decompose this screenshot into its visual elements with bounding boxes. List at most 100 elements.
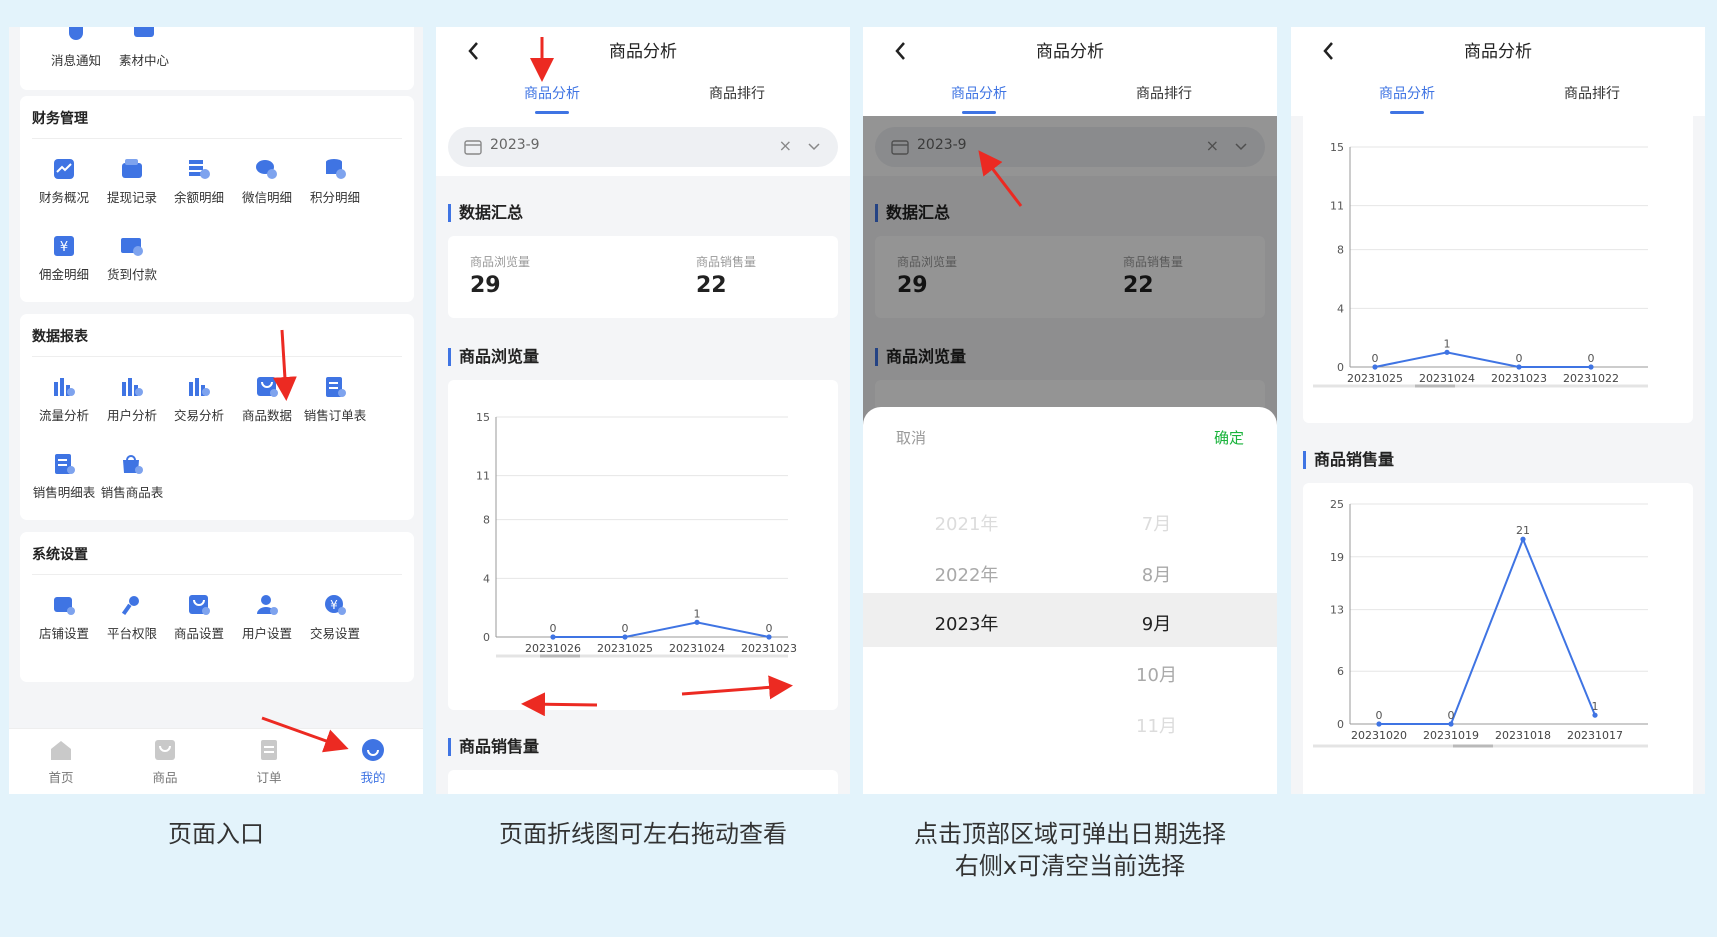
- section-summary: 数据汇总: [448, 204, 523, 222]
- tab-order[interactable]: 订单: [217, 737, 321, 786]
- page-title: 商品分析: [609, 42, 677, 62]
- grid-item-trade-analysis[interactable]: 交易分析: [163, 374, 235, 424]
- sales-label: 商品销售量: [696, 255, 757, 269]
- y-tick-label: 0: [483, 631, 490, 644]
- grid-item-points[interactable]: 积分明细: [299, 156, 371, 206]
- section-sales: 商品销售量: [1303, 451, 1394, 469]
- page-header: 商品分析 商品分析 商品排行: [1291, 27, 1705, 116]
- grid-item-store-settings[interactable]: 店铺设置: [28, 592, 100, 642]
- grid-item-sales-detail[interactable]: 销售明细表: [28, 451, 100, 501]
- tab-label: 商品: [152, 770, 178, 785]
- data-label: 0: [1516, 352, 1523, 365]
- y-tick-label: 11: [1330, 200, 1344, 213]
- data-label: 0: [550, 622, 557, 635]
- top-card: 消息通知 素材中心: [20, 27, 414, 90]
- data-label: 21: [1516, 524, 1530, 537]
- clear-icon[interactable]: ×: [779, 136, 792, 155]
- x-tick-label: 20231024: [669, 642, 725, 655]
- calendar-icon: [464, 140, 482, 155]
- active-tab-underline: [962, 111, 996, 114]
- grid-item-traffic[interactable]: 流量分析: [28, 374, 100, 424]
- y-tick-label: 6: [1337, 665, 1344, 678]
- picker-month-selected[interactable]: 9月: [1053, 610, 1260, 636]
- grid-label: 平台权限: [106, 626, 157, 641]
- tab-product-ranking[interactable]: 商品排行: [667, 83, 807, 103]
- key-icon: [121, 596, 139, 616]
- grid-item-trade-settings[interactable]: ¥ 交易设置: [299, 592, 371, 642]
- sales-chart-card: 0 6 13 19 25 0 20231020 0 20231019 21 20231018 1 202…: [1303, 483, 1693, 794]
- profile-icon: [362, 739, 384, 761]
- picker-year-selected[interactable]: 2023年: [863, 610, 1070, 636]
- sales-line-chart[interactable]: 0 6 13 19 25 0 20231020 0 20231019 21 20231018 1 202…: [1303, 483, 1693, 794]
- views-line-chart[interactable]: 0 4 8 11 15 0 20231026 0 20231025 1 20231024 0 20231…: [448, 380, 838, 710]
- y-tick-label: 19: [1330, 551, 1344, 564]
- data-point: [1372, 364, 1378, 370]
- grid-item-user-analysis[interactable]: 用户分析: [96, 374, 168, 424]
- cancel-button[interactable]: 取消: [896, 427, 926, 448]
- picker-month-option[interactable]: 8月: [1053, 561, 1260, 587]
- divider: [32, 356, 402, 357]
- tab-product-analysis[interactable]: 商品分析: [482, 83, 622, 103]
- y-tick-label: 11: [476, 470, 490, 483]
- picker-month-option[interactable]: 7月: [1053, 510, 1260, 536]
- grid-item-product-settings[interactable]: 商品设置: [163, 592, 235, 642]
- caption-entry: 页面入口: [168, 820, 264, 848]
- grid-item-commission[interactable]: ¥ 佣金明细: [28, 233, 100, 283]
- grid-label: 提现记录: [106, 190, 157, 205]
- grid-label: 消息通知: [50, 53, 101, 68]
- grid-item-material[interactable]: 素材中心: [108, 27, 180, 69]
- grid-item-balance[interactable]: 余额明细: [163, 156, 235, 206]
- x-tick-label: 20231026: [525, 642, 581, 655]
- data-point: [694, 619, 700, 625]
- x-tick-label: 20231025: [1347, 372, 1403, 385]
- data-label: 1: [1592, 700, 1599, 713]
- tab-profile[interactable]: 我的: [321, 737, 423, 786]
- traffic-chart-icon: [54, 378, 75, 396]
- grid-item-user-settings[interactable]: 用户设置: [231, 592, 303, 642]
- section-title: 数据报表: [32, 329, 88, 345]
- confirm-button[interactable]: 确定: [1214, 427, 1244, 448]
- grid-item-sales-order[interactable]: 销售订单表: [299, 374, 371, 424]
- y-tick-label: 8: [1337, 244, 1344, 257]
- series-line: [1374, 351, 1591, 368]
- picker-year-option[interactable]: 2021年: [863, 510, 1070, 536]
- grid-label: 素材中心: [118, 53, 169, 68]
- tab-product-analysis[interactable]: 商品分析: [909, 83, 1049, 103]
- grid-item-sales-product[interactable]: 销售商品表: [96, 451, 168, 501]
- picker-month-option[interactable]: 11月: [1053, 712, 1260, 738]
- page-header: 商品分析 商品分析 商品排行: [863, 27, 1277, 116]
- x-tick-label: 20231019: [1423, 729, 1479, 742]
- y-tick-label: 0: [1337, 361, 1344, 374]
- tab-product-ranking[interactable]: 商品排行: [1522, 83, 1662, 103]
- grid-item-finance-overview[interactable]: 财务概况: [28, 156, 100, 206]
- data-point: [1444, 349, 1450, 355]
- data-label: 0: [1448, 709, 1455, 722]
- y-tick-label: 4: [1337, 302, 1344, 315]
- data-point: [1516, 364, 1522, 370]
- tab-home[interactable]: 首页: [9, 737, 113, 786]
- active-tab-underline: [1390, 111, 1424, 114]
- x-tick-label: 20231023: [1491, 372, 1547, 385]
- tab-goods[interactable]: 商品: [113, 737, 217, 786]
- grid-item-platform-permission[interactable]: 平台权限: [96, 592, 168, 642]
- section-title: 系统设置: [32, 547, 88, 563]
- data-label: 0: [1376, 709, 1383, 722]
- material-icon: [134, 27, 154, 37]
- trade-settings-icon: ¥: [325, 595, 346, 615]
- grid-item-withdraw[interactable]: 提现记录: [96, 156, 168, 206]
- section-views: 商品浏览量: [448, 348, 539, 366]
- grid-item-cod[interactable]: 货到付款: [96, 233, 168, 283]
- grid-item-wechat[interactable]: 微信明细: [231, 156, 303, 206]
- chevron-down-icon[interactable]: [808, 142, 820, 152]
- views-label: 商品浏览量: [470, 255, 531, 269]
- caption-chart-drag: 页面折线图可左右拖动查看: [499, 820, 787, 848]
- grid-item-product-data[interactable]: 商品数据: [231, 374, 303, 424]
- tab-product-ranking[interactable]: 商品排行: [1094, 83, 1234, 103]
- picker-month-option[interactable]: 10月: [1053, 661, 1260, 687]
- picker-year-option[interactable]: 2022年: [863, 561, 1070, 587]
- grid-item-message[interactable]: 消息通知: [40, 27, 112, 69]
- views-line-chart[interactable]: 0481115020231025120231024020231023020231…: [1303, 116, 1693, 423]
- page-title: 商品分析: [1464, 42, 1532, 62]
- tab-product-analysis[interactable]: 商品分析: [1337, 83, 1477, 103]
- date-picker-field[interactable]: 2023-9 ×: [448, 127, 838, 167]
